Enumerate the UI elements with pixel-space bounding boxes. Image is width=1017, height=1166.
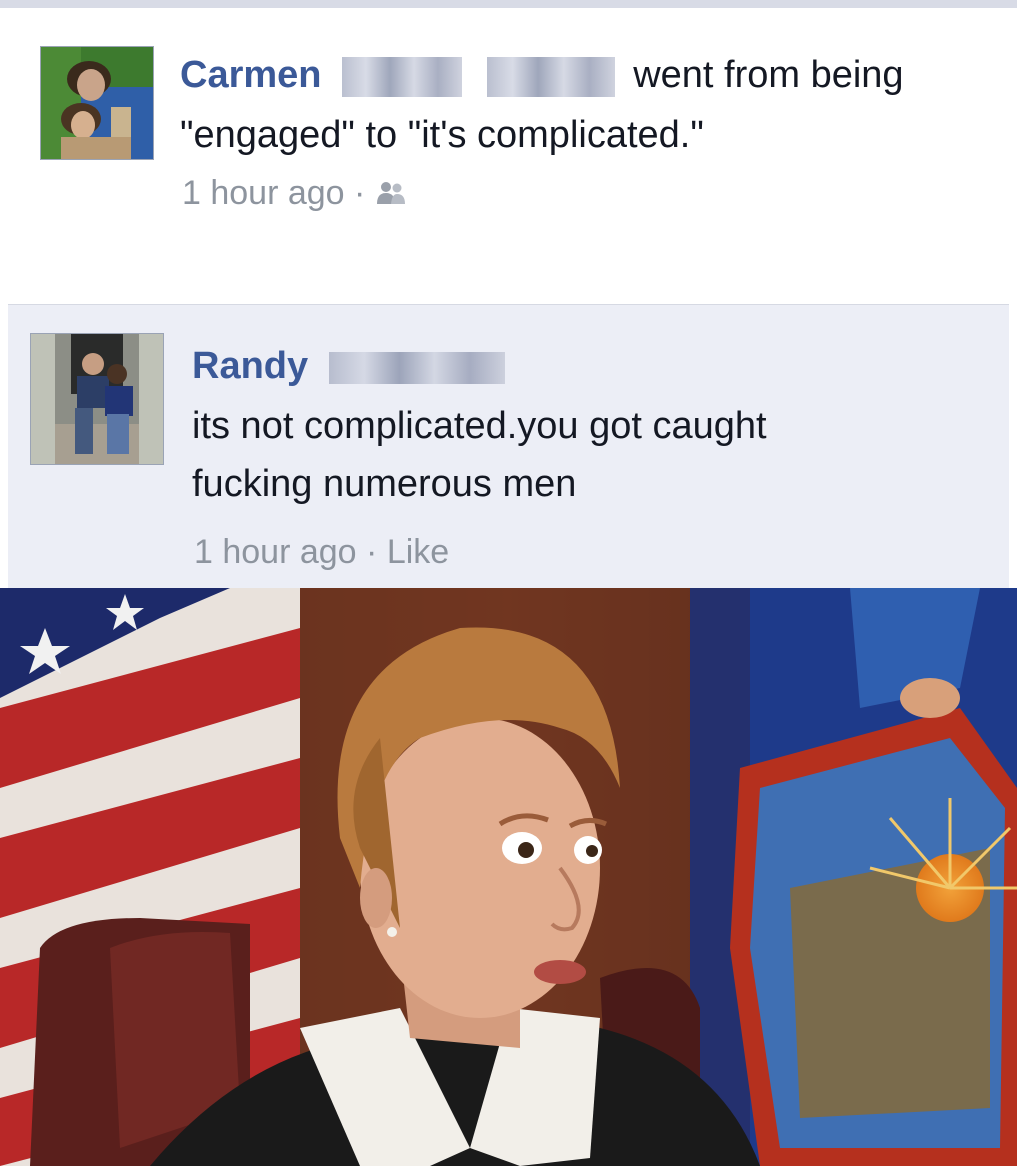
meta-separator: · [354, 174, 366, 212]
comment-timestamp[interactable]: 1 hour ago [194, 533, 357, 571]
redacted-surname [328, 351, 505, 384]
feed-top-border [0, 0, 1017, 8]
post-author-name[interactable]: Carmen [180, 54, 322, 96]
carmen-avatar[interactable] [40, 46, 154, 160]
friends-icon [375, 176, 407, 215]
comment-author-name[interactable]: Randy [192, 345, 308, 387]
comment-text-line-1: its not complicated.you got caught [192, 405, 767, 447]
post-action-text: went from being [633, 54, 904, 96]
comment-text-line-2: fucking numerous men [192, 463, 577, 505]
like-link[interactable]: Like [387, 533, 449, 571]
post-status-change: "engaged" to "it's complicated." [180, 114, 704, 156]
judge-mouth [534, 960, 586, 984]
status-post: Carmen went from being "engaged" to "it'… [8, 8, 1009, 304]
comment-author-row: Randy [192, 345, 505, 388]
post-headline: Carmen went from being [180, 54, 904, 97]
post-meta: 1 hour ago · [182, 174, 407, 215]
reaction-photo [0, 588, 1017, 1166]
meta-separator: · [366, 533, 378, 571]
reaction-image [0, 588, 1017, 1166]
state-flag [690, 588, 1017, 1166]
comment: Randy its not complicated.you got caught… [8, 304, 1009, 588]
profile-photo-icon [41, 47, 153, 159]
comment-meta: 1 hour ago · Like [194, 533, 449, 572]
randy-avatar[interactable] [30, 333, 164, 465]
redacted-surname [342, 56, 463, 97]
post-timestamp[interactable]: 1 hour ago [182, 174, 345, 212]
redacted-surname-2 [486, 56, 615, 97]
profile-photo-icon [31, 334, 163, 464]
